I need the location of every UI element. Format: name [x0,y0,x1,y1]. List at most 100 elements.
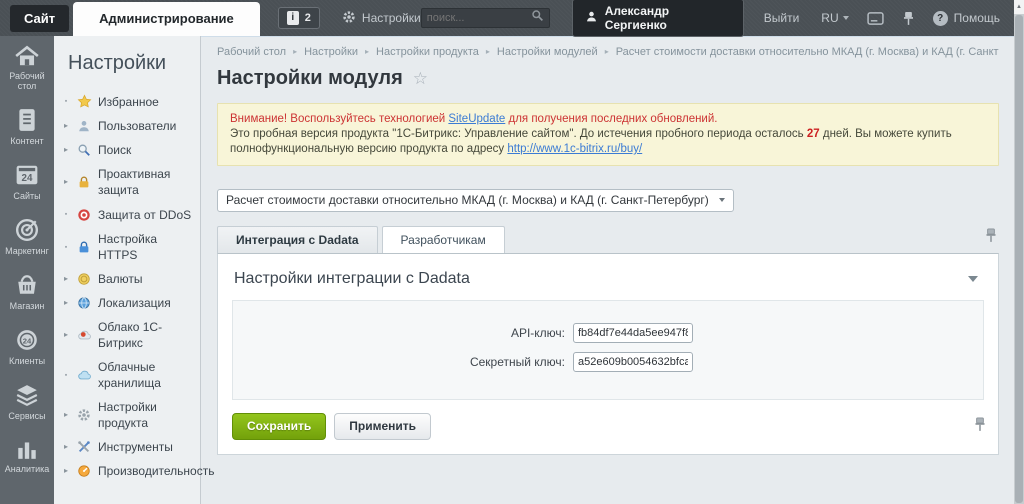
scroll-up-button[interactable]: ▲ [1014,0,1024,14]
svg-text:24: 24 [22,173,33,184]
svg-text:24: 24 [23,336,32,345]
breadcrumb: Рабочий стол Настройки Настройки продукт… [217,46,999,58]
menu-item-users[interactable]: Пользователи [54,114,200,138]
info-document-icon: i [287,11,299,25]
rail-item-shop[interactable]: Магазин [0,264,54,319]
menu-item-ddos-protection[interactable]: Защита от DDoS [54,202,200,227]
gear-icon [76,407,92,423]
gear-icon [342,10,356,27]
user-menu-button[interactable]: Александр Сергиенко [572,0,744,37]
arrow-marker [62,439,70,455]
help-label: Помощь [954,11,1000,25]
arrow-marker [62,118,70,134]
breadcrumb-item[interactable]: Настройки продукта [358,46,479,58]
breadcrumb-item[interactable]: Настройки [286,46,358,58]
notice-line-trial: Это пробная версия продукта "1С-Битрикс:… [230,127,986,157]
tab-developers[interactable]: Разработчикам [382,226,505,253]
secret-key-row: Секретный ключ: [243,352,973,372]
chevron-down-icon [719,198,725,202]
pin-icon[interactable] [974,417,986,437]
secret-key-label: Секретный ключ: [243,355,573,369]
rail-item-marketing[interactable]: Маркетинг [0,209,54,264]
topbar-settings-button[interactable]: Настройки [342,10,421,27]
search-input[interactable] [427,12,531,24]
lock-icon [76,239,92,255]
breadcrumb-item[interactable]: Настройки модулей [479,46,598,58]
buy-link[interactable]: http://www.1c-bitrix.ru/buy/ [507,143,642,155]
favorite-star-icon[interactable]: ☆ [413,69,428,89]
menu-item-localization[interactable]: Локализация [54,291,200,315]
language-value: RU [821,11,838,25]
language-selector[interactable]: RU [821,11,848,25]
api-key-label: API-ключ: [243,326,573,340]
notice-line-update: Внимание! Воспользуйтесь технологией Sit… [230,112,986,127]
collapse-chevron-icon[interactable] [968,276,978,282]
breadcrumb-item[interactable]: Расчет стоимости доставки относительно М… [598,46,999,58]
arrow-marker [62,174,70,190]
arrow-marker [62,327,70,343]
menu-item-proactive-protection[interactable]: Проактивная защита [54,162,200,202]
menu-item-product-settings[interactable]: Настройки продукта [54,395,200,435]
menu-item-performance[interactable]: Производительность [54,459,200,483]
arrow-marker [62,295,70,311]
bullet-marker [62,93,70,110]
bullet-marker [62,206,70,223]
scrollbar-thumb[interactable] [1015,15,1023,503]
coin-icon [76,271,92,287]
page-title: Настройки модуля [217,67,403,90]
fields-box: API-ключ: Секретный ключ: [232,300,984,400]
rail-item-content[interactable]: Контент [0,99,54,154]
rail-item-desktop[interactable]: Рабочий стол [0,36,54,99]
search-icon [76,142,92,158]
api-key-input[interactable] [573,323,693,343]
question-icon: ? [933,11,948,26]
module-select-value: Расчет стоимости доставки относительно М… [226,193,709,207]
layers-icon [15,383,39,407]
tools-icon [76,439,92,455]
vertical-scrollbar[interactable]: ▲ [1014,0,1024,504]
notifications-button[interactable]: i 2 [278,7,320,29]
module-select[interactable]: Расчет стоимости доставки относительно М… [217,189,734,212]
rail-item-sites[interactable]: 24 Сайты [0,154,54,209]
menu-item-favorites[interactable]: Избранное [54,89,200,114]
target-icon [15,218,39,242]
days-remaining: 27 [807,128,820,140]
arrow-marker [62,142,70,158]
menu-item-tools[interactable]: Инструменты [54,435,200,459]
save-button[interactable]: Сохранить [232,413,326,440]
basket-icon [15,273,39,297]
rail-item-analytics[interactable]: Аналитика [0,429,54,482]
menu-item-search[interactable]: Поиск [54,138,200,162]
secret-key-input[interactable] [573,352,693,372]
messages-icon[interactable] [867,12,884,25]
arrow-marker [62,271,70,287]
breadcrumb-item[interactable]: Рабочий стол [217,46,286,58]
search-icon[interactable] [531,9,544,27]
menu-item-currencies[interactable]: Валюты [54,267,200,291]
bullet-marker [62,239,70,256]
cloud-icon [76,327,92,343]
api-key-row: API-ключ: [243,323,973,343]
settings-tabs: Интеграция с Dadata Разработчикам [217,226,999,253]
settings-menu: Настройки Избранное Пользователи Поиск П… [54,36,201,504]
chevron-down-icon [843,16,849,20]
pin-icon[interactable] [985,228,997,248]
apply-button[interactable]: Применить [334,413,431,440]
pin-icon[interactable] [902,11,915,26]
chart-icon [15,438,39,460]
home-icon [14,45,40,67]
menu-item-bitrix-cloud[interactable]: Облако 1С-Битрикс [54,315,200,355]
tab-administration[interactable]: Администрирование [73,2,260,36]
logout-link[interactable]: Выйти [764,11,800,25]
gauge-icon [76,463,92,479]
siteupdate-link[interactable]: SiteUpdate [448,113,505,125]
rail-item-services[interactable]: Сервисы [0,374,54,429]
menu-item-cloud-storage[interactable]: Облачные хранилища [54,355,200,395]
tab-site[interactable]: Сайт [10,5,69,32]
rail-item-clients[interactable]: 24 Клиенты [0,319,54,374]
help-button[interactable]: ? Помощь [933,11,1000,26]
menu-item-https-settings[interactable]: Настройка HTTPS [54,227,200,267]
notifications-count: 2 [305,12,311,24]
tab-dadata-integration[interactable]: Интеграция с Dadata [217,226,378,253]
search-box[interactable] [421,8,550,28]
